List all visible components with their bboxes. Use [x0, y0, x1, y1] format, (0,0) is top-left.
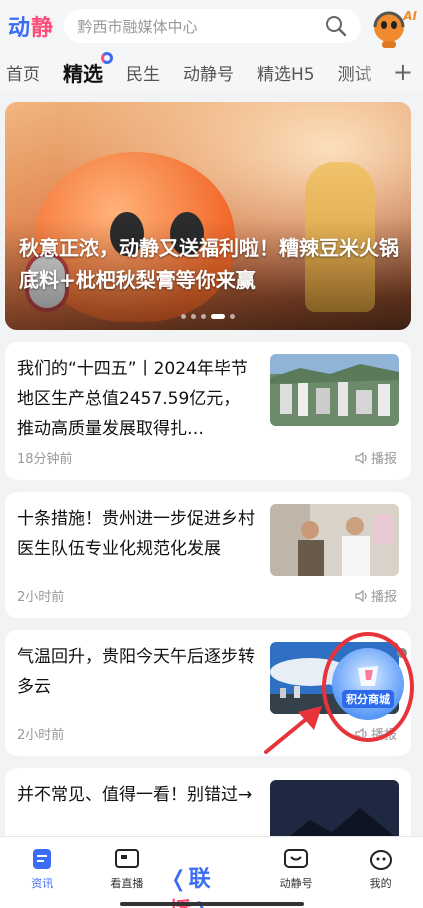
news-time: 2小时前	[17, 590, 65, 605]
top-header: 动静 黔西市融媒体中心 AI	[0, 0, 423, 52]
promo-banner[interactable]: 秋意正浓，动静又送福利啦！糟辣豆米火锅底料+枇杷秋梨膏等你来赢	[5, 102, 411, 330]
news-thumbnail-doctor[interactable]	[270, 504, 399, 576]
app-logo: 动静	[8, 10, 60, 42]
add-channel-button[interactable]: +	[393, 58, 413, 86]
active-tab-indicator	[101, 51, 113, 64]
carousel-dot[interactable]	[181, 314, 186, 319]
search-bar[interactable]: 黔西市融媒体中心	[63, 9, 361, 43]
news-title[interactable]: 并不常见、值得一看！别错过→	[17, 780, 257, 810]
carousel-dot[interactable]	[201, 314, 206, 319]
doctor-photo	[270, 504, 399, 576]
tab-home[interactable]: 首页	[6, 60, 40, 85]
ai-assistant-button[interactable]: AI	[369, 3, 417, 49]
listen-button[interactable]: 播报	[355, 448, 397, 467]
news-card[interactable]: 我们的“十四五”丨2024年毕节地区生产总值2457.59亿元，推动高质量发展取…	[5, 342, 411, 480]
banner-title: 秋意正浓，动静又送福利啦！糟辣豆米火锅底料+枇杷秋梨膏等你来赢	[19, 236, 399, 292]
city-photo	[270, 354, 399, 426]
news-time: 18分钟前	[17, 452, 73, 467]
search-icon[interactable]	[325, 15, 347, 37]
ai-badge: AI	[403, 9, 417, 23]
nav-profile-label: 我的	[369, 877, 392, 890]
news-icon	[33, 849, 52, 869]
nav-dongjing-hao[interactable]: 动静号	[254, 837, 339, 908]
dongjing-hao-icon	[284, 849, 309, 868]
nav-news-label: 资讯	[31, 877, 54, 890]
listen-label: 播报	[370, 590, 397, 605]
channel-tabs: 首页 精选 民生 动静号 精选H5 测试 +	[0, 51, 423, 92]
logo-right-char: 静	[31, 16, 55, 41]
listen-label: 播报	[370, 452, 397, 467]
news-title[interactable]: 气温回升，贵阳今天午后逐步转多云	[17, 642, 257, 702]
listen-button[interactable]: 播报	[355, 586, 397, 605]
lianbo-logo: ❬联播❭	[169, 861, 254, 908]
logo-left-char: 动	[8, 16, 32, 41]
profile-icon	[369, 850, 392, 870]
nav-lianbo[interactable]: ❬联播❭	[169, 837, 254, 908]
tab-featured-label: 精选	[63, 61, 103, 86]
nav-dongjing-hao-label: 动静号	[279, 877, 313, 890]
news-card[interactable]: 十条措施！贵州进一步促进乡村医生队伍专业化规范化发展 2小时前 播报	[5, 492, 411, 618]
carousel-dot-active[interactable]	[211, 314, 225, 319]
carousel-dot[interactable]	[230, 314, 235, 319]
news-title[interactable]: 十条措施！贵州进一步促进乡村医生队伍专业化规范化发展	[17, 504, 257, 564]
home-indicator	[120, 902, 304, 906]
news-thumbnail-city[interactable]	[270, 354, 399, 426]
carousel-dot[interactable]	[191, 314, 196, 319]
nav-live[interactable]: 看直播	[85, 837, 170, 908]
tab-livelihood[interactable]: 民生	[126, 60, 160, 85]
carousel-dots	[181, 314, 235, 319]
news-time: 2小时前	[17, 728, 65, 743]
tab-dongjing-hao[interactable]: 动静号	[183, 60, 234, 85]
speaker-icon	[355, 451, 367, 464]
bottom-navigation: 资讯 看直播 ❬联播❭ 动静号 我的	[0, 836, 423, 908]
annotation-arrow	[264, 706, 322, 754]
nav-news[interactable]: 资讯	[0, 837, 85, 908]
nav-profile[interactable]: 我的	[338, 837, 423, 908]
nav-live-label: 看直播	[110, 877, 144, 890]
news-title[interactable]: 我们的“十四五”丨2024年毕节地区生产总值2457.59亿元，推动高质量发展取…	[17, 354, 257, 444]
search-input[interactable]: 黔西市融媒体中心	[78, 16, 198, 37]
lianbo-left-char: 联	[188, 867, 212, 892]
speaker-icon	[355, 589, 367, 602]
tab-featured-h5[interactable]: 精选H5	[257, 60, 315, 85]
tabs-fade	[353, 52, 393, 92]
tab-featured[interactable]: 精选	[63, 51, 113, 87]
live-tv-icon	[114, 849, 139, 868]
